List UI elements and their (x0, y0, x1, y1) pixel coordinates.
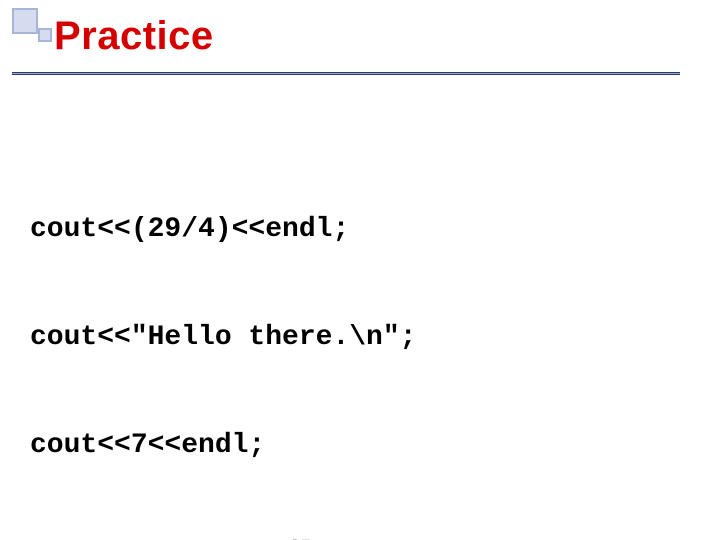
decor-square-small (38, 28, 52, 42)
title-underline (12, 72, 680, 75)
code-line: cout<<(3+5)<<endl; (30, 536, 416, 540)
slide-title: Practice (54, 14, 214, 59)
code-line: cout<<"Hello there.\n"; (30, 320, 416, 356)
code-block: cout<<(29/4)<<endl; cout<<"Hello there.\… (30, 140, 416, 540)
decor-square-large (12, 8, 38, 34)
slide: Practice cout<<(29/4)<<endl; cout<<"Hell… (0, 0, 720, 540)
code-line: cout<<7<<endl; (30, 428, 416, 464)
code-line: cout<<(29/4)<<endl; (30, 212, 416, 248)
